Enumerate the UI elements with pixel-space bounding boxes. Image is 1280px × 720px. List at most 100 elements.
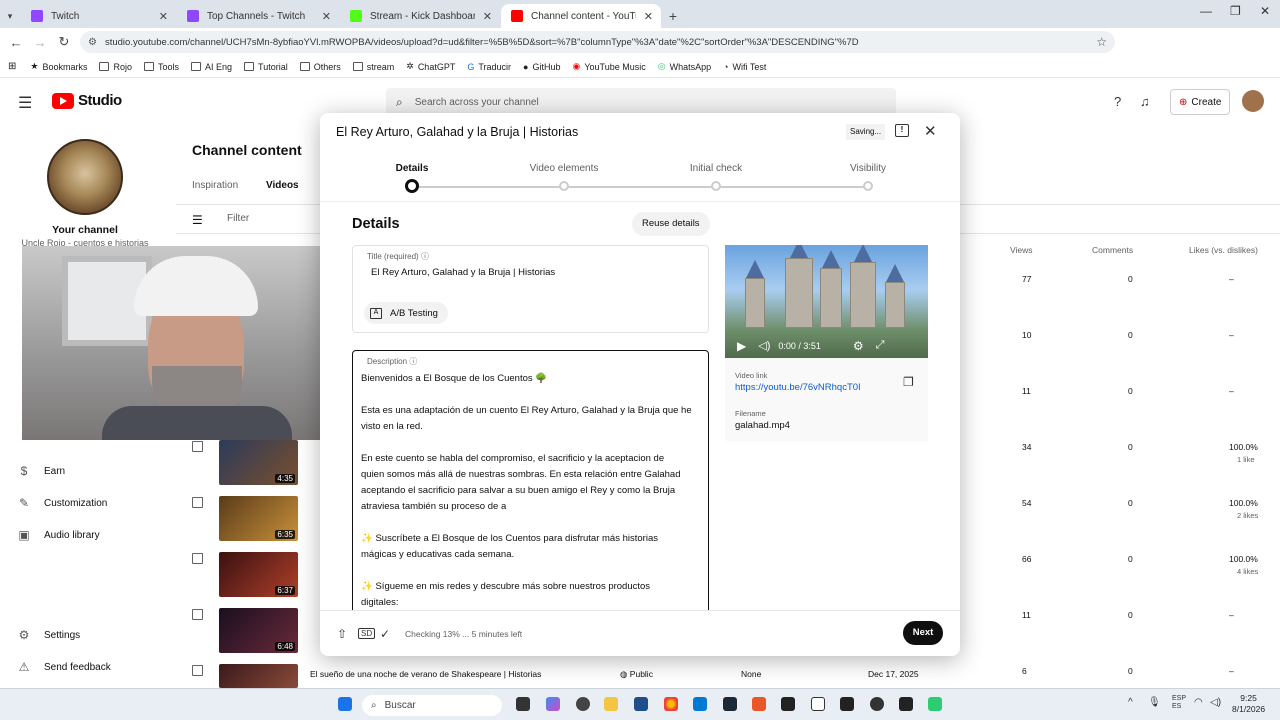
- bookmark-folder[interactable]: Tutorial: [244, 62, 288, 72]
- tab-search-chevron-icon[interactable]: ▾: [0, 4, 20, 28]
- step-initial-check[interactable]: Initial check: [656, 163, 776, 174]
- check-circle-icon[interactable]: ✓: [380, 627, 390, 641]
- url-bar[interactable]: ⚙ studio.youtube.com/channel/UCH7sMn-8yb…: [80, 31, 1115, 53]
- notifications-bell-icon[interactable]: ♫: [1140, 94, 1150, 109]
- bookmark-wifi-test[interactable]: ◔ Wifi Test: [723, 62, 766, 72]
- step-dot[interactable]: [711, 181, 721, 191]
- store-icon[interactable]: [634, 697, 648, 711]
- chrome-icon[interactable]: [664, 697, 678, 711]
- help-circle-icon[interactable]: ⓘ: [421, 252, 429, 261]
- step-details[interactable]: Details: [352, 163, 472, 174]
- bookmark-folder[interactable]: Others: [299, 62, 341, 72]
- bookmark-folder[interactable]: Rojo: [99, 62, 132, 72]
- tray-chevron-icon[interactable]: ^: [1128, 697, 1133, 708]
- ab-testing-button[interactable]: A A/B Testing: [364, 302, 448, 324]
- forward-arrow-icon[interactable]: →: [28, 35, 52, 50]
- sidebar-item-settings[interactable]: ⚙ Settings: [18, 628, 81, 642]
- app-icon[interactable]: [840, 697, 854, 711]
- microphone-icon[interactable]: 🎙: [1148, 697, 1161, 708]
- tab-videos[interactable]: Videos: [266, 180, 299, 191]
- video-thumbnail[interactable]: 6:37: [219, 552, 298, 597]
- studio-logo[interactable]: Studio: [52, 92, 122, 109]
- row-checkbox[interactable]: [192, 609, 203, 620]
- bookmark-traducir[interactable]: G Traducir: [467, 62, 511, 72]
- close-dialog-icon[interactable]: ✕: [924, 122, 937, 140]
- task-view-icon[interactable]: [516, 697, 530, 711]
- channel-avatar[interactable]: [47, 139, 123, 215]
- video-thumbnail[interactable]: [219, 664, 298, 688]
- terminal-icon[interactable]: [781, 697, 795, 711]
- sidebar-item-audio-library[interactable]: ▣ Audio library: [18, 528, 99, 542]
- browser-tab-youtube-studio[interactable]: Channel content - YouTube Stu ✕: [501, 4, 661, 28]
- row-checkbox[interactable]: [192, 441, 203, 452]
- step-video-elements[interactable]: Video elements: [504, 163, 624, 174]
- vscode-icon[interactable]: [693, 697, 707, 711]
- step-visibility[interactable]: Visibility: [808, 163, 928, 174]
- steam-icon[interactable]: [723, 697, 737, 711]
- bookmark-github[interactable]: ● GitHub: [523, 62, 560, 72]
- volume-icon[interactable]: ◁): [758, 339, 770, 352]
- close-icon[interactable]: ✕: [322, 10, 331, 23]
- sidebar-item-customization[interactable]: ✎ Customization: [18, 496, 107, 510]
- step-dot[interactable]: [559, 181, 569, 191]
- play-icon[interactable]: ▶: [737, 339, 746, 353]
- column-header-views[interactable]: Views: [1010, 245, 1033, 255]
- bookmark-folder[interactable]: AI Eng: [191, 62, 232, 72]
- column-header-likes[interactable]: Likes (vs. dislikes): [1189, 245, 1258, 255]
- apps-grid-icon[interactable]: ⊞: [8, 61, 16, 72]
- close-icon[interactable]: ✕: [644, 10, 653, 23]
- video-title[interactable]: El sueño de una noche de verano de Shake…: [310, 669, 541, 679]
- hamburger-menu-icon[interactable]: ☰: [18, 93, 32, 113]
- video-thumbnail[interactable]: 6:48: [219, 608, 298, 653]
- language-indicator[interactable]: ESP ES: [1172, 695, 1186, 711]
- step-dot-current[interactable]: [405, 179, 419, 193]
- create-button[interactable]: ⊕ Create: [1170, 89, 1231, 115]
- help-icon[interactable]: ?: [1114, 94, 1121, 109]
- details-scroll-area[interactable]: Details Reuse details Title (required) ⓘ…: [320, 201, 960, 610]
- bookmark-bookmarks[interactable]: ★ Bookmarks: [30, 61, 87, 72]
- site-info-icon[interactable]: ⚙: [88, 37, 97, 48]
- bookmark-youtube-music[interactable]: ◉ YouTube Music: [572, 61, 645, 72]
- bookmark-folder[interactable]: Tools: [144, 62, 179, 72]
- obs-icon[interactable]: [870, 697, 884, 711]
- browser-tab-kick[interactable]: Stream - Kick Dashboard ✕: [340, 4, 500, 28]
- taskbar-search[interactable]: ⌕ Buscar: [362, 695, 502, 716]
- account-avatar[interactable]: [1242, 90, 1264, 112]
- new-tab-button[interactable]: +: [661, 4, 685, 28]
- help-circle-icon[interactable]: ⓘ: [409, 357, 417, 366]
- bookmark-whatsapp[interactable]: ◎ WhatsApp: [658, 61, 711, 72]
- window-close-icon[interactable]: ✕: [1260, 4, 1270, 18]
- notion-icon[interactable]: [811, 697, 825, 711]
- volume-icon[interactable]: ◁): [1210, 697, 1221, 708]
- close-icon[interactable]: ✕: [159, 10, 168, 23]
- upload-icon[interactable]: ⇧: [337, 627, 347, 641]
- sidebar-item-send-feedback[interactable]: ⚠ Send feedback: [18, 660, 111, 674]
- video-preview-player[interactable]: ▶ ◁) 0:00 / 3:51 ⚙ ⤢: [725, 245, 928, 358]
- feedback-icon[interactable]: !: [895, 124, 909, 137]
- column-header-comments[interactable]: Comments: [1092, 245, 1133, 255]
- app-icon[interactable]: [752, 697, 766, 711]
- windows-start-icon[interactable]: [338, 697, 352, 711]
- system-clock[interactable]: 9:25 8/1/2026: [1232, 693, 1265, 715]
- video-thumbnail[interactable]: 4:35: [219, 440, 298, 485]
- copilot-icon[interactable]: [546, 697, 560, 711]
- video-thumbnail[interactable]: 6:35: [219, 496, 298, 541]
- row-checkbox[interactable]: [192, 497, 203, 508]
- chatgpt-app-icon[interactable]: [576, 697, 590, 711]
- studio-search-input[interactable]: ⌕ Search across your channel: [386, 88, 896, 116]
- app-icon[interactable]: [899, 697, 913, 711]
- browser-tab-twitch[interactable]: Twitch ✕: [21, 4, 176, 28]
- file-explorer-icon[interactable]: [604, 697, 618, 711]
- browser-tab-top-channels[interactable]: Top Channels - Twitch ✕: [177, 4, 339, 28]
- settings-gear-icon[interactable]: ⚙: [853, 339, 864, 353]
- fullscreen-icon[interactable]: ⤢: [876, 339, 885, 352]
- wifi-icon[interactable]: ◠: [1194, 697, 1203, 708]
- row-checkbox[interactable]: [192, 553, 203, 564]
- minimize-icon[interactable]: —: [1200, 4, 1212, 18]
- row-checkbox[interactable]: [192, 665, 203, 676]
- step-dot[interactable]: [863, 181, 873, 191]
- app-icon[interactable]: [928, 697, 942, 711]
- bookmark-star-icon[interactable]: ☆: [1096, 35, 1107, 49]
- tab-inspiration[interactable]: Inspiration: [192, 180, 238, 191]
- reuse-details-button[interactable]: Reuse details: [632, 212, 710, 236]
